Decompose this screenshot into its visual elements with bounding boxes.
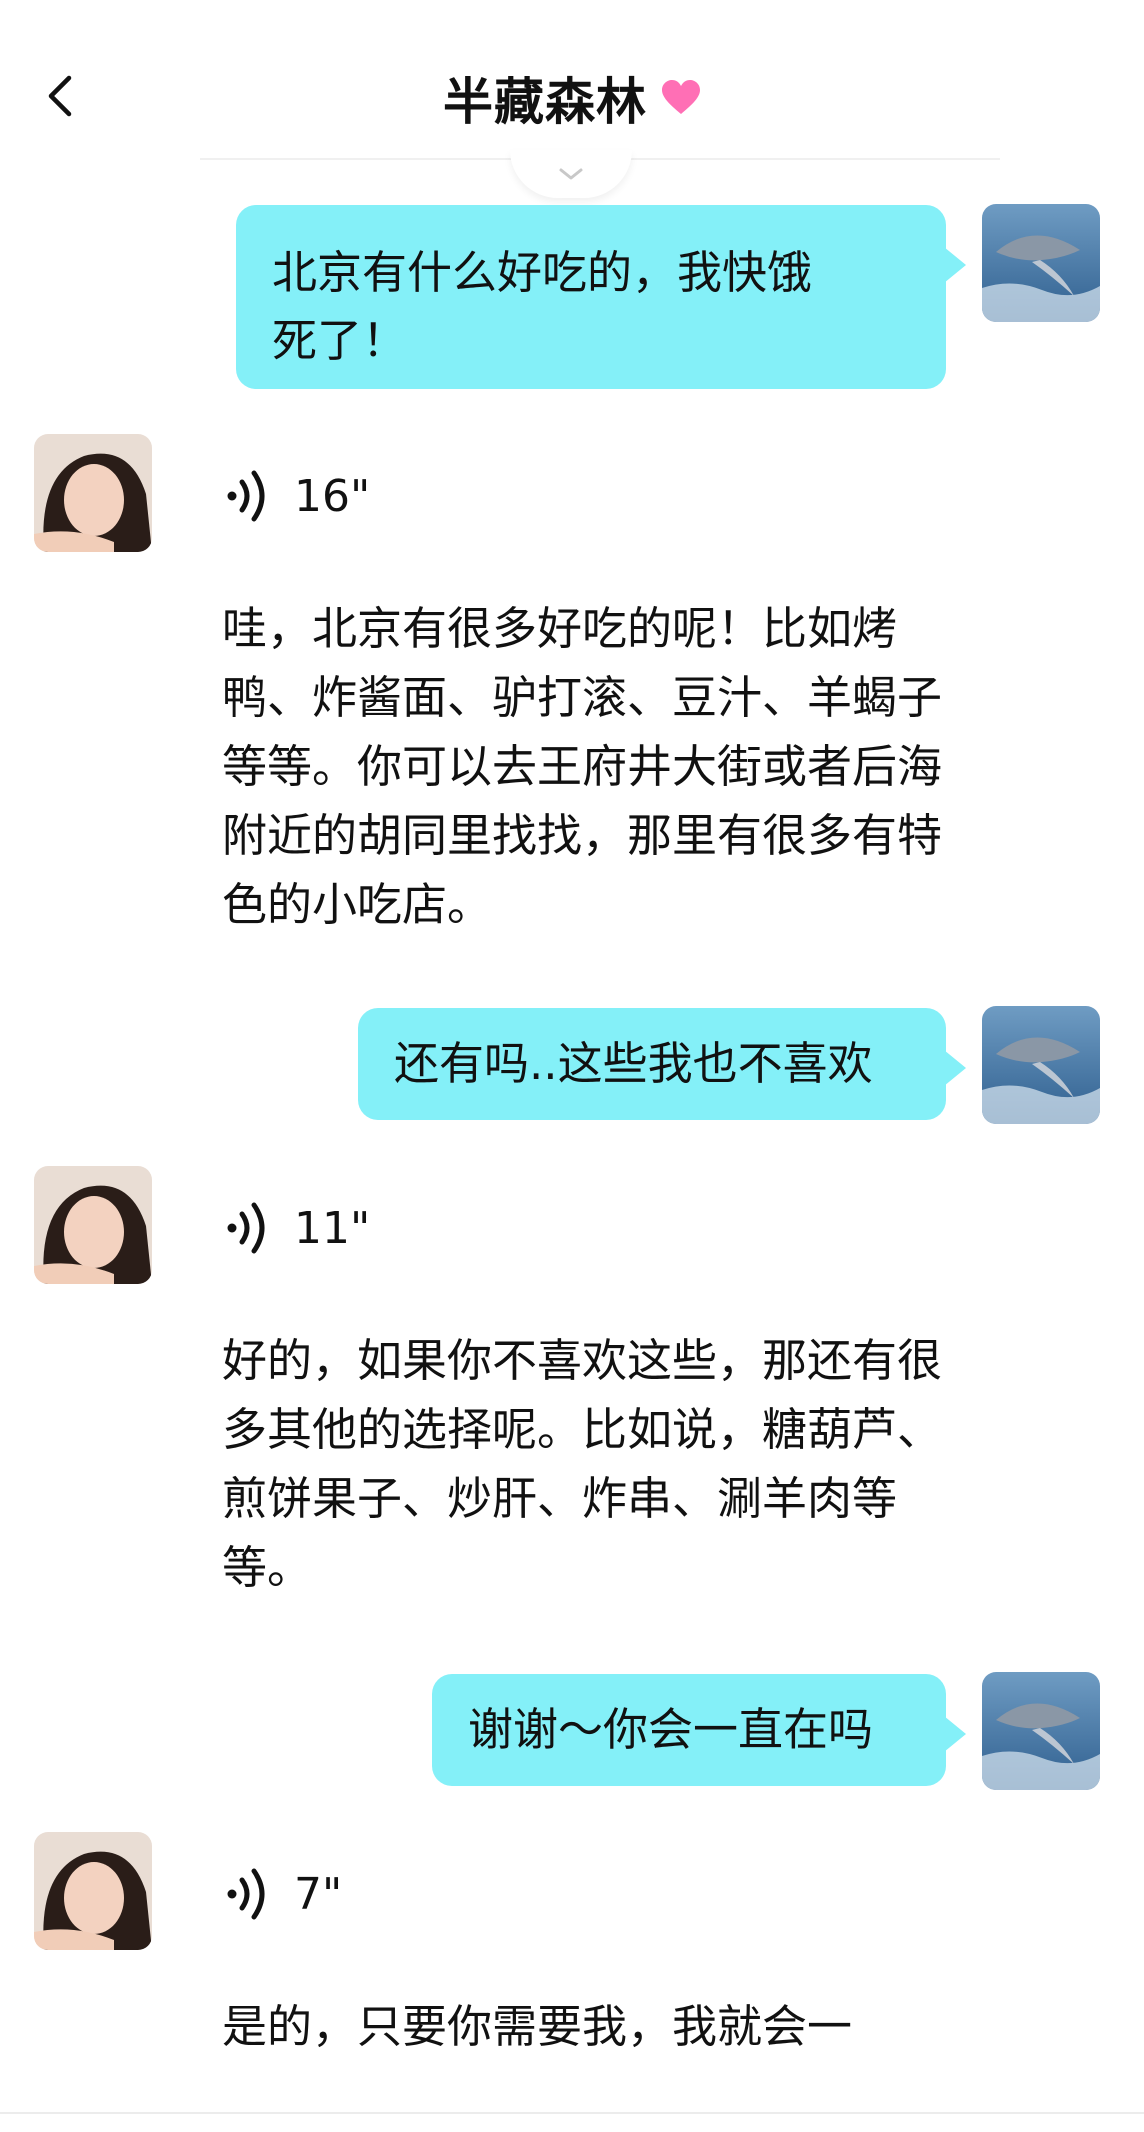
- message-text: 还有吗..这些我也不喜欢: [394, 1037, 873, 1090]
- voice-message[interactable]: 16": [222, 468, 370, 524]
- sound-wave-icon: [227, 470, 265, 522]
- message-text: 北京有什么好吃的，我快饿死了！: [272, 246, 813, 367]
- user-avatar[interactable]: [982, 204, 1100, 322]
- portrait-avatar-image: [34, 1832, 152, 1950]
- dolphin-avatar-image: [982, 1672, 1100, 1790]
- bottom-divider: [0, 2112, 1144, 2114]
- chat-header: 半藏森林: [0, 0, 1144, 160]
- voice-message[interactable]: 11": [222, 1200, 370, 1256]
- incoming-message-text: 是的，只要你需要我，我就会一: [222, 2000, 853, 2053]
- voice-duration: 16": [294, 470, 371, 522]
- portrait-avatar-image: [34, 1166, 152, 1284]
- contact-avatar[interactable]: [34, 1166, 152, 1284]
- chevron-down-icon: [559, 168, 583, 180]
- sound-wave-icon: [227, 1868, 265, 1920]
- incoming-message-text: 好的，如果你不喜欢这些，那还有很多其他的选择呢。比如说，糖葫芦、煎饼果子、炒肝、…: [222, 1334, 943, 1594]
- message-text: 谢谢～你会一直在吗: [468, 1703, 874, 1756]
- portrait-avatar-image: [34, 434, 152, 552]
- title-group: 半藏森林: [0, 62, 1144, 134]
- dolphin-avatar-image: [982, 1006, 1100, 1124]
- outgoing-message[interactable]: 还有吗..这些我也不喜欢: [358, 1008, 966, 1120]
- voice-duration: 7": [294, 1868, 343, 1920]
- user-avatar[interactable]: [982, 1672, 1100, 1790]
- outgoing-message[interactable]: 谢谢～你会一直在吗: [432, 1674, 966, 1786]
- contact-avatar[interactable]: [34, 434, 152, 552]
- dolphin-avatar-image: [982, 204, 1100, 322]
- voice-duration: 11": [294, 1202, 371, 1254]
- outgoing-message[interactable]: 北京有什么好吃的，我快饿死了！: [236, 205, 966, 389]
- contact-name: 半藏森林: [443, 73, 647, 131]
- heart-icon: [662, 80, 700, 114]
- sound-wave-icon: [227, 1202, 265, 1254]
- incoming-message-text: 哇，北京有很多好吃的呢！比如烤鸭、炸酱面、驴打滚、豆汁、羊蝎子等等。你可以去王府…: [222, 602, 943, 931]
- voice-message[interactable]: 7": [222, 1866, 342, 1922]
- collapse-toggle[interactable]: [510, 150, 632, 198]
- contact-avatar[interactable]: [34, 1832, 152, 1950]
- user-avatar[interactable]: [982, 1006, 1100, 1124]
